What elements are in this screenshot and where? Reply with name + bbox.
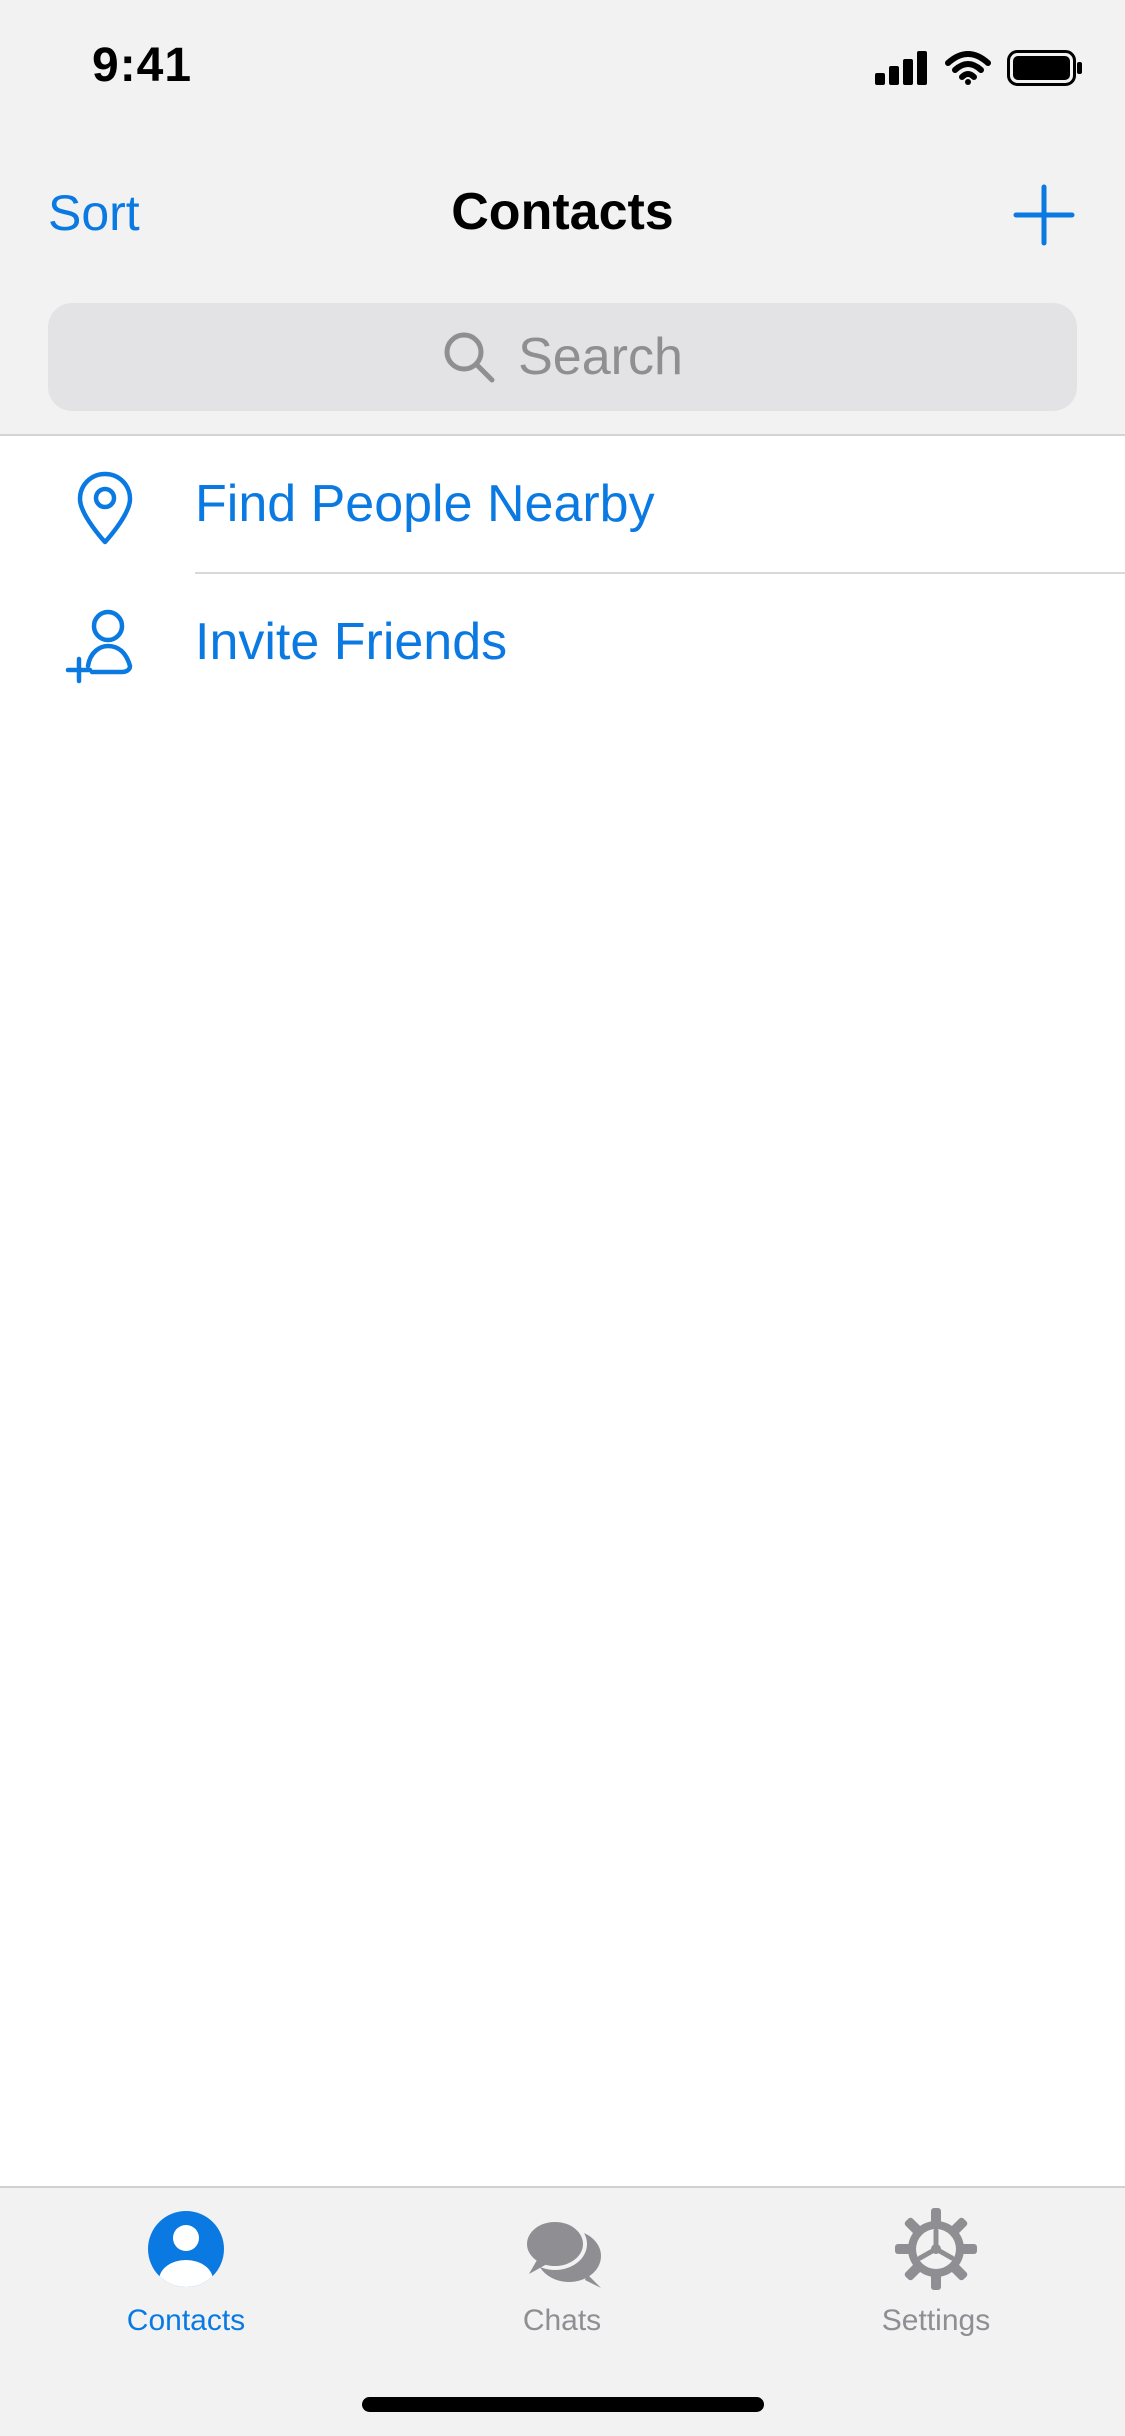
search-placeholder: Search	[518, 328, 683, 386]
tab-label: Chats	[522, 2304, 602, 2337]
contacts-screen: 9:41 Sort Contacts Search Find People Ne…	[0, 0, 1125, 2436]
location-pin-icon	[77, 471, 133, 545]
tab-label: Settings	[881, 2304, 991, 2337]
page-title: Contacts	[451, 183, 674, 241]
list-item-invite-friends[interactable]: Invite Friends	[0, 574, 1125, 712]
list-item-label: Find People Nearby	[195, 475, 655, 533]
tab-contacts[interactable]: Contacts	[56, 2204, 316, 2354]
chat-bubbles-icon	[523, 2218, 601, 2288]
list-item-find-people-nearby[interactable]: Find People Nearby	[0, 436, 1125, 574]
tab-chats[interactable]: Chats	[432, 2204, 692, 2354]
list-item-label: Invite Friends	[195, 613, 508, 671]
top-bar: 9:41 Sort Contacts Search	[0, 0, 1125, 436]
search-icon	[444, 332, 495, 383]
gear-icon	[895, 2208, 977, 2290]
home-indicator	[362, 2397, 764, 2412]
search-input[interactable]: Search	[48, 303, 1077, 411]
tab-settings[interactable]: Settings	[806, 2204, 1066, 2354]
plus-icon[interactable]	[1011, 182, 1077, 248]
add-person-icon	[65, 609, 133, 684]
wifi-icon	[945, 51, 991, 85]
status-time: 9:41	[92, 39, 193, 92]
status-icons	[875, 48, 1083, 88]
person-circle-icon	[148, 2211, 224, 2287]
battery-icon	[1007, 50, 1082, 86]
tab-label: Contacts	[126, 2304, 246, 2337]
cellular-signal-icon	[875, 51, 927, 85]
